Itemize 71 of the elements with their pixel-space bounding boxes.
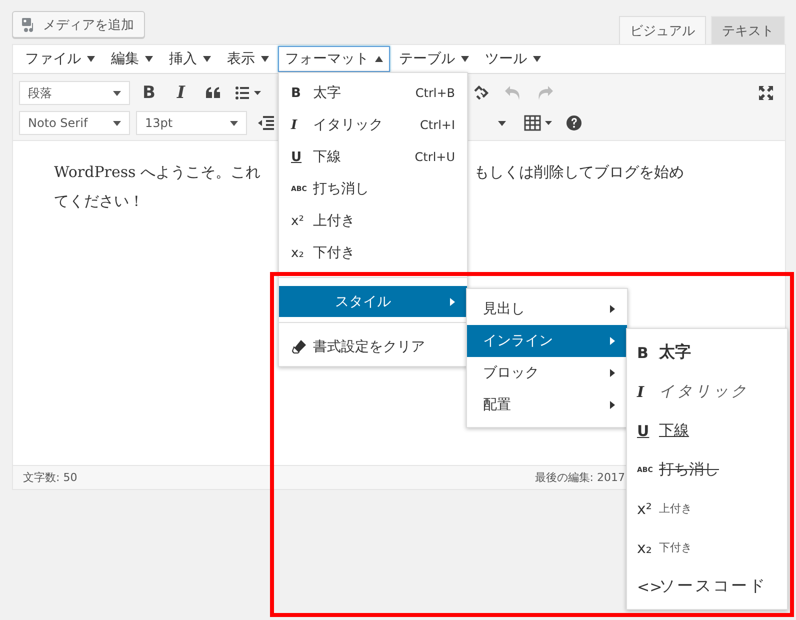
inline-style-item[interactable]: U 下線 <box>627 411 787 450</box>
caret-up-icon <box>375 56 383 62</box>
menu-item[interactable]: 編集 <box>104 46 160 72</box>
caret-down-icon <box>230 120 238 126</box>
italic-button[interactable]: I <box>168 79 194 107</box>
caret-down-icon <box>113 90 121 96</box>
inline-style-item[interactable]: I イタリック <box>627 372 787 411</box>
format-icon: x₂ <box>637 538 659 556</box>
outdent-icon <box>258 116 274 130</box>
format-icon: I <box>637 382 659 400</box>
editor-tab[interactable]: テキスト <box>711 16 785 44</box>
undo-icon <box>504 85 522 101</box>
format-icon: U <box>291 150 313 164</box>
fullscreen-icon <box>758 85 774 101</box>
submenu-arrow-icon <box>610 401 615 409</box>
redo-icon <box>536 85 554 101</box>
format-menu-item[interactable]: 書式設定をクリア <box>279 328 467 366</box>
word-count: 文字数: 50 <box>23 470 78 485</box>
menu-item[interactable]: 挿入 <box>162 46 218 72</box>
caret-down-icon <box>498 120 506 126</box>
bold-button[interactable]: B <box>136 79 162 107</box>
inline-style-item[interactable]: x₂ 下付き <box>627 528 787 567</box>
content-text: てください！ <box>54 192 144 212</box>
caret-down-icon <box>145 56 153 62</box>
caret-down-icon <box>261 56 269 62</box>
submenu-arrow-icon <box>450 298 455 306</box>
font-family-select[interactable]: Noto Serif <box>19 111 130 135</box>
style-menu-item[interactable]: インライン <box>467 325 627 357</box>
broken-link-icon <box>472 84 490 102</box>
format-icon: B <box>291 86 313 100</box>
submenu-arrow-icon <box>610 305 615 313</box>
last-edited-text: 最後の編集: 2017 <box>534 470 625 485</box>
format-icon: B <box>637 344 659 362</box>
caret-down-icon <box>87 56 95 62</box>
caret-down-icon <box>203 56 211 62</box>
content-text: WordPress へようこそ。これ <box>54 163 261 183</box>
style-menu-item[interactable]: 見出し <box>467 293 627 325</box>
format-icon: x² <box>291 214 313 228</box>
format-icon: x² <box>637 500 659 518</box>
format-icon: <> <box>637 578 659 596</box>
font-size-select[interactable]: 13pt <box>136 111 247 135</box>
format-menu-item[interactable]: I イタリック Ctrl+I <box>279 109 467 141</box>
add-media-button[interactable]: メディアを追加 <box>12 11 145 38</box>
list-icon <box>235 86 261 100</box>
submenu-arrow-icon <box>610 337 615 345</box>
format-select[interactable]: 段落 <box>19 81 130 105</box>
eraser-icon <box>291 339 307 355</box>
format-icon: x₂ <box>291 246 313 260</box>
caret-down-icon <box>461 56 469 62</box>
format-menu-item[interactable]: x² 上付き <box>279 205 467 237</box>
format-menu-item[interactable]: スタイル <box>279 286 467 317</box>
caret-down-icon <box>113 120 121 126</box>
format-icon: U <box>637 422 659 440</box>
inline-style-item[interactable]: B 太字 <box>627 333 787 372</box>
submenu-arrow-icon <box>610 369 615 377</box>
style-menu-item[interactable]: ブロック <box>467 357 627 389</box>
inline-style-item[interactable]: <>ソースコード <box>627 567 787 606</box>
format-menu-item[interactable]: U 下線 Ctrl+U <box>279 141 467 173</box>
quote-icon <box>205 86 221 100</box>
format-menu-item[interactable]: x₂ 下付き <box>279 237 467 269</box>
editor-tab[interactable]: ビジュアル <box>619 16 706 44</box>
menu-item[interactable]: ファイル <box>18 46 102 72</box>
content-text: もしくは削除してブログを始め <box>474 163 684 183</box>
menu-item[interactable]: フォーマット <box>278 46 390 72</box>
menu-item[interactable]: テーブル <box>392 46 476 72</box>
menu-item[interactable]: 表示 <box>220 46 276 72</box>
format-icon: I <box>291 118 313 132</box>
style-menu-item[interactable]: 配置 <box>467 389 627 421</box>
menu-item[interactable]: ツール <box>478 46 548 72</box>
caret-down-icon <box>533 56 541 62</box>
format-menu-item[interactable]: B 太字 Ctrl+B <box>279 77 467 109</box>
